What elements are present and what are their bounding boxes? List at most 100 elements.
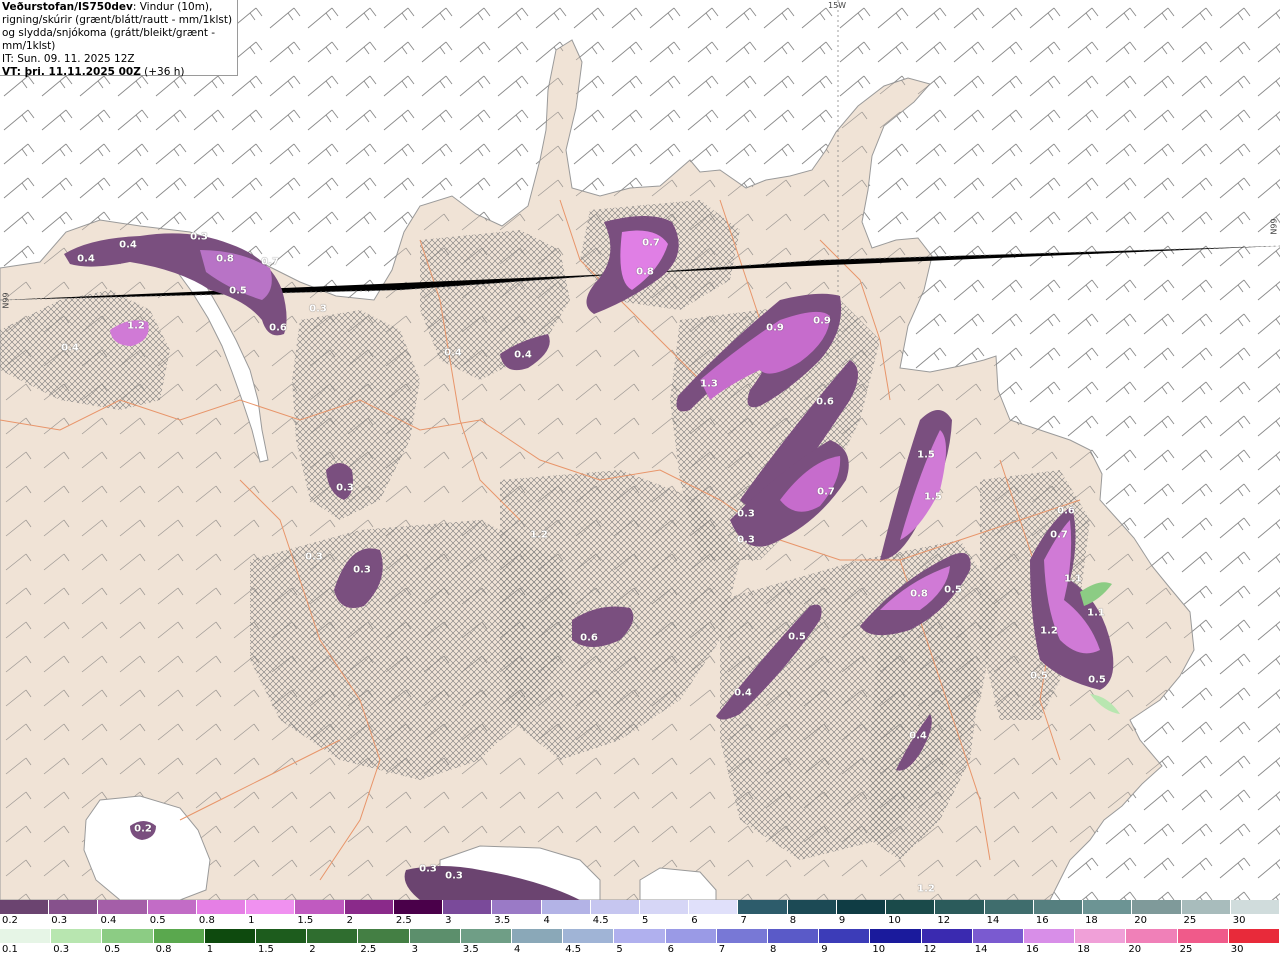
precip-value: 1.5 xyxy=(917,449,935,461)
legend-rain-colorbar xyxy=(0,929,1280,944)
legend-label: 0.5 xyxy=(104,944,121,955)
legend-swatch xyxy=(590,900,640,914)
legend-swatch xyxy=(460,929,512,943)
legend-label: 14 xyxy=(974,944,988,955)
legend-label: 16 xyxy=(1026,944,1039,955)
legend-label: 4.5 xyxy=(592,915,609,926)
legend-label: 25 xyxy=(1183,915,1197,926)
legend-label: 4 xyxy=(514,944,521,955)
precip-value: 0.4 xyxy=(909,730,927,742)
legend-label: 0.2 xyxy=(2,915,18,926)
legend-swatch xyxy=(921,929,973,943)
legend-swatch xyxy=(246,900,296,914)
precip-value: 1.2 xyxy=(1040,625,1058,637)
legend-swatch xyxy=(886,900,936,914)
precip-value: 0.4 xyxy=(444,347,462,359)
legend-label: 0.8 xyxy=(155,944,172,955)
legend-snow-colorbar xyxy=(0,900,1280,915)
map-canvas xyxy=(0,0,1280,900)
legend-rain-labels: 0.1 0.3 0.5 0.8 1 1.5 2 2.5 3 3.5 4 4.5 5 6 7 8 9 10 12 14 1… xyxy=(0,944,1280,958)
legend-swatch xyxy=(787,900,837,914)
legend-label: 20 xyxy=(1128,944,1142,955)
legend-swatch xyxy=(51,929,103,943)
precip-value: 0.3 xyxy=(190,231,208,243)
precip-value: 0.3 xyxy=(445,870,463,882)
legend-label: 12 xyxy=(923,944,937,955)
precip-value: 0.9 xyxy=(813,315,831,327)
legend-swatch xyxy=(563,929,615,943)
legend-label: 1 xyxy=(206,944,214,955)
precip-value: 0.6 xyxy=(580,632,598,644)
precip-value: 0.5 xyxy=(944,584,962,596)
valid-time: VT: þri. 11.11.2025 00Z xyxy=(2,66,141,78)
legend-label: 0.8 xyxy=(198,915,215,926)
precip-value: 0.9 xyxy=(766,322,784,334)
weather-map: 0.4 0.4 0.3 0.8 0.7 0.5 0.6 0.3 1.2 0.4 … xyxy=(0,0,1280,900)
legend-label: 5 xyxy=(616,944,623,955)
legend-swatch xyxy=(1132,900,1182,914)
legend-label: 7 xyxy=(740,915,747,926)
precip-value: 0.3 xyxy=(353,564,371,576)
precip-value: 0.4 xyxy=(734,687,752,699)
precip-value: 0.7 xyxy=(642,237,660,249)
legend-label: 0.3 xyxy=(51,915,68,926)
legend-label: 18 xyxy=(1077,944,1090,955)
legend-label: 16 xyxy=(1035,915,1049,926)
lat-label-left: N99 xyxy=(1,292,11,309)
precip-value: 0.2 xyxy=(134,823,152,835)
legend-label: 0.1 xyxy=(2,944,18,955)
legend-swatch xyxy=(1024,929,1076,943)
legend-swatch xyxy=(307,929,359,943)
legend-swatch xyxy=(836,900,887,914)
legend-label: 10 xyxy=(872,944,886,955)
legend-label: 5 xyxy=(642,915,649,926)
precip-value: 1.5 xyxy=(924,491,942,503)
precip-value: 1.2 xyxy=(127,320,145,332)
legend-swatch xyxy=(870,929,922,943)
legend-label: 6 xyxy=(667,944,674,955)
legend-swatch xyxy=(1228,929,1280,943)
lat-label-right: N99 xyxy=(1269,218,1279,235)
legend-label: 2 xyxy=(309,944,316,955)
legend-label: 2.5 xyxy=(360,944,377,955)
legend-label: 0.3 xyxy=(53,944,70,955)
legend-swatch xyxy=(1230,900,1280,914)
map-info-box: Veðurstofan/IS750dev: Vindur (10m), rign… xyxy=(0,0,238,78)
legend-label: 8 xyxy=(789,915,797,926)
legend-swatch xyxy=(665,929,717,943)
precip-value: 0.4 xyxy=(119,239,137,251)
precip-value: 0.3 xyxy=(309,303,327,315)
legend-label: 7 xyxy=(718,944,726,955)
map-title: Veðurstofan/IS750dev xyxy=(2,1,133,13)
precip-value: 0.7 xyxy=(261,256,279,268)
legend-swatch xyxy=(102,929,154,943)
legend-label: 1.5 xyxy=(297,915,314,926)
legend-swatch xyxy=(1083,900,1133,914)
legend-label: 4.5 xyxy=(565,944,582,955)
legend-swatch xyxy=(98,900,148,914)
legend-label: 1.5 xyxy=(258,944,274,955)
precip-value: 1.1 xyxy=(1064,573,1082,585)
legend-swatch xyxy=(344,900,394,914)
precip-value: 1.2 xyxy=(530,529,548,541)
lon-label-15w: 15W xyxy=(828,1,847,10)
legend-swatch xyxy=(393,900,444,914)
legend-label: 30 xyxy=(1230,944,1244,955)
legend-swatch xyxy=(1033,900,1084,914)
legend-label: 25 xyxy=(1179,944,1193,955)
precip-value: 0.6 xyxy=(269,322,287,334)
legend-label: 3 xyxy=(445,915,452,926)
legend-swatch xyxy=(196,900,247,914)
legend-swatch xyxy=(295,900,345,914)
legend-swatch xyxy=(1075,929,1127,943)
legend-label: 3.5 xyxy=(462,944,479,955)
legend-label: 1 xyxy=(248,915,255,926)
legend-label: 2 xyxy=(346,915,353,926)
precip-value: 0.3 xyxy=(336,482,354,494)
legend-swatch xyxy=(935,900,985,914)
precip-value: 0.7 xyxy=(817,486,835,498)
legend-label: 3.5 xyxy=(494,915,511,926)
legend-label: 6 xyxy=(691,915,698,926)
legend-label: 20 xyxy=(1134,915,1148,926)
precip-value: 0.3 xyxy=(305,551,323,563)
